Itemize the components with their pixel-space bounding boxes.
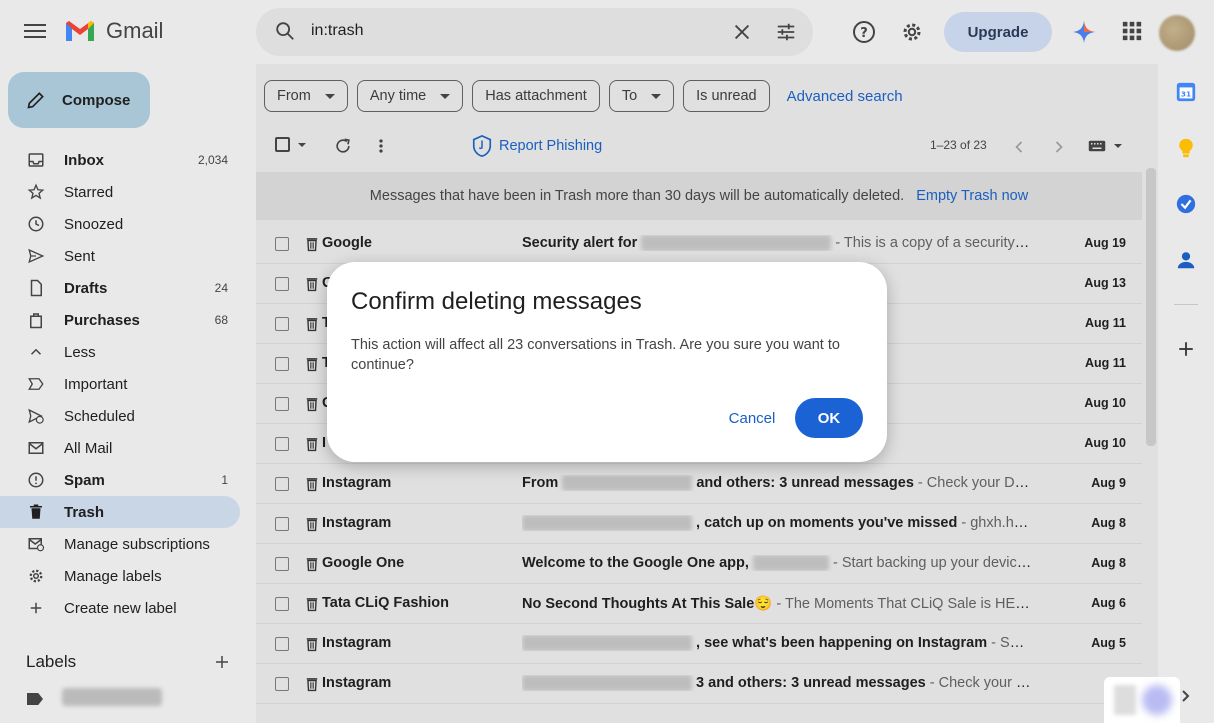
dialog-message: This action will affect all 23 conversat… <box>351 337 840 373</box>
dialog-title: Confirm deleting messages <box>351 288 642 315</box>
confirm-delete-dialog: Confirm deleting messages This action wi… <box>327 262 887 462</box>
cancel-button[interactable]: Cancel <box>719 398 785 438</box>
ok-button[interactable]: OK <box>795 398 863 438</box>
